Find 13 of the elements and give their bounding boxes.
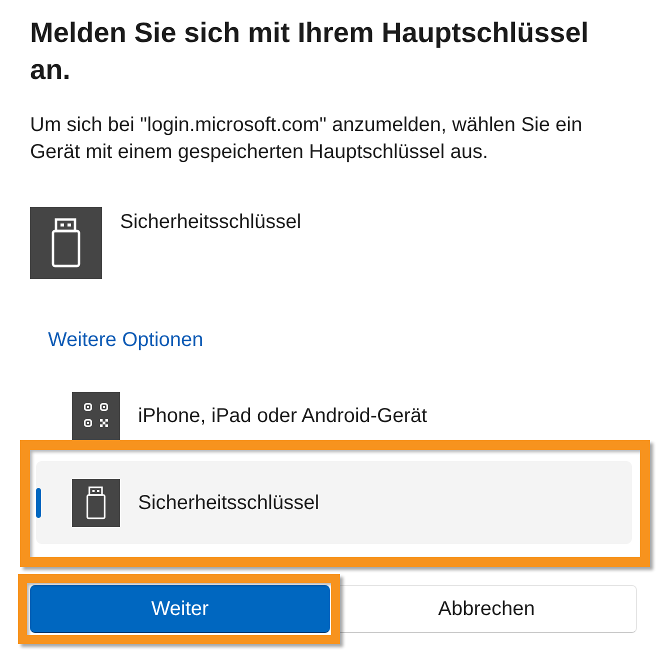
selection-indicator bbox=[36, 488, 41, 518]
usb-key-icon bbox=[72, 478, 120, 526]
more-options-link[interactable]: Weitere Optionen bbox=[48, 328, 204, 352]
qr-code-icon bbox=[72, 392, 120, 440]
usb-key-icon bbox=[30, 207, 102, 279]
continue-button[interactable]: Weiter bbox=[30, 585, 330, 633]
description-text: Um sich bei "login.microsoft.com" anzumelden, wählen Sie ein Gerät mit einem gespeicherten Hauptschlüssel aus. bbox=[30, 113, 584, 165]
option-item[interactable]: iPhone, iPad oder Android-Gerät bbox=[36, 374, 632, 457]
device-label: Sicherheitsschlüssel bbox=[120, 210, 302, 234]
option-label: Sicherheitsschlüssel bbox=[138, 490, 320, 514]
option-item[interactable]: Sicherheitsschlüssel bbox=[36, 461, 632, 544]
option-label: iPhone, iPad oder Android-Gerät bbox=[138, 404, 428, 428]
dialog-title: Melden Sie sich mit Ihrem Hauptschlüssel an. bbox=[30, 16, 590, 87]
